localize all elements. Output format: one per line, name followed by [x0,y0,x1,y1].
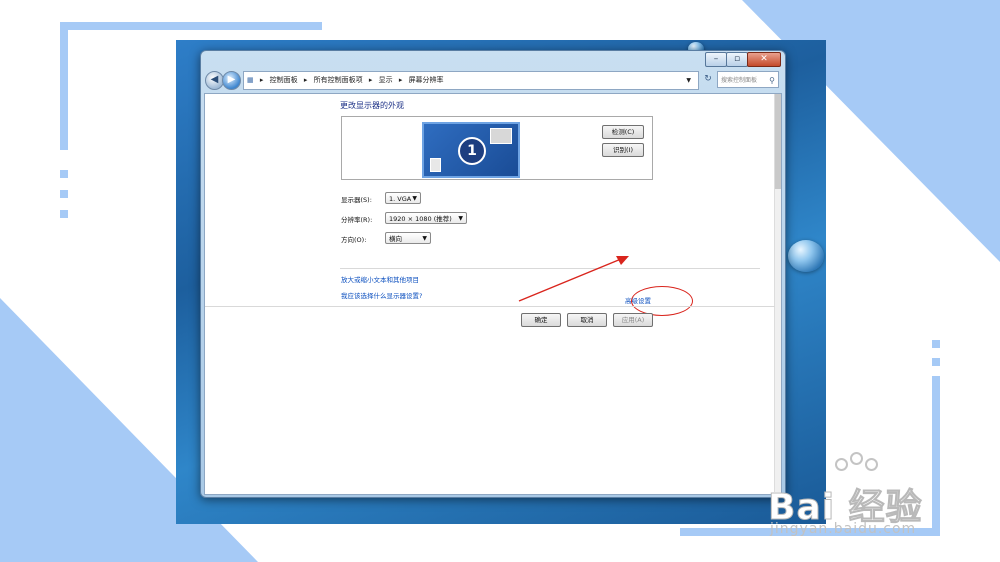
decor-dot [60,170,68,178]
caption-buttons: – ▫ ✕ [705,52,781,67]
content-panel: 更改显示器的外观 1 检测(C) 识别(I) 显示器(S): 1. VGA ▼ 分… [204,93,782,495]
watermark-url: jingyan.baidu.com [770,521,917,537]
decor-line-left [60,22,68,150]
decor-line-right [932,376,940,534]
decor-dot [60,210,68,218]
breadcrumb-separator: ▸ [259,76,264,84]
refresh-icon[interactable]: ↻ [701,71,715,88]
breadcrumb-control-panel[interactable]: 控制面板 [270,76,298,84]
decor-dot [932,358,940,366]
breadcrumb-screen-resolution[interactable]: 屏幕分辨率 [409,76,444,84]
paw-logo-icon [835,458,848,471]
close-button[interactable]: ✕ [747,52,781,67]
search-icon[interactable]: ⚲ [769,72,775,89]
annotation-arrow [518,256,629,302]
paw-logo-icon [865,458,878,471]
water-drop-image [788,240,824,272]
search-placeholder: 搜索控制面板 [721,77,758,84]
screenshot: – ▫ ✕ ◀ ▶ ▦ ▸ 控制面板 ▸ 所有控制面板项 ▸ 显示 ▸ 屏幕分辨… [176,40,826,524]
paw-logo-icon [850,452,863,465]
forward-button[interactable]: ▶ [222,71,241,90]
minimize-button[interactable]: – [705,52,727,67]
breadcrumb-display[interactable]: 显示 [379,76,393,84]
breadcrumb-separator: ▸ [303,76,308,84]
decor-dot [60,190,68,198]
control-panel-icon: ▦ [247,76,254,84]
address-bar[interactable]: ▦ ▸ 控制面板 ▸ 所有控制面板项 ▸ 显示 ▸ 屏幕分辨率 ▼ [243,71,699,90]
maximize-button[interactable]: ▫ [726,52,748,67]
breadcrumb-separator: ▸ [398,76,403,84]
search-input[interactable]: 搜索控制面板 ⚲ [717,71,779,88]
breadcrumb-separator: ▸ [368,76,373,84]
decor-line-top [60,22,322,30]
navigation-bar: ◀ ▶ ▦ ▸ 控制面板 ▸ 所有控制面板项 ▸ 显示 ▸ 屏幕分辨率 ▼ ↻ … [205,69,781,91]
decor-dot [932,340,940,348]
breadcrumb-all-items[interactable]: 所有控制面板项 [314,76,363,84]
screen-resolution-window: – ▫ ✕ ◀ ▶ ▦ ▸ 控制面板 ▸ 所有控制面板项 ▸ 显示 ▸ 屏幕分辨… [200,50,786,498]
dropdown-arrow-icon[interactable]: ▼ [686,72,691,89]
